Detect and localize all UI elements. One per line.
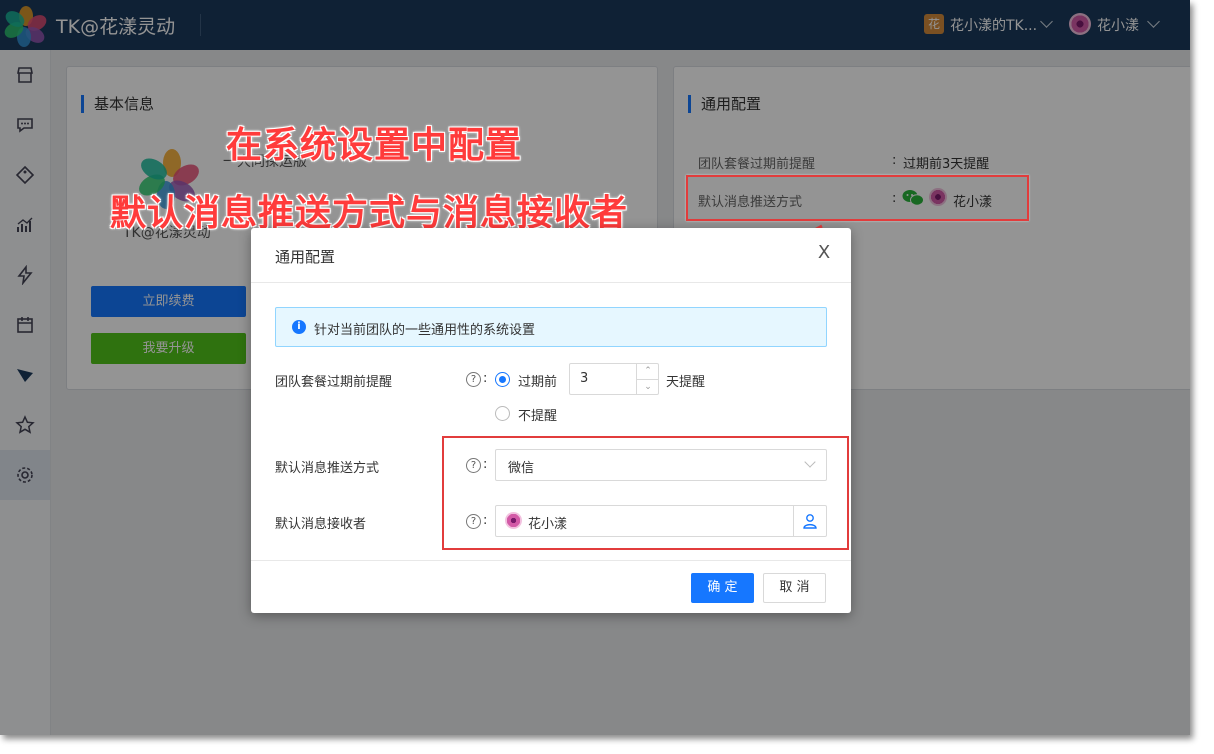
colon: : [483,371,488,386]
receiver-label: 默认消息接收者 [275,517,367,532]
days-value: 3 [580,371,589,386]
general-config-modal: 通用配置 X i 针对当前团队的一些通用性的系统设置 团队套餐过期前提醒 ? :… [251,228,851,613]
push-method-label: 默认消息推送方式 [275,461,380,476]
cancel-button[interactable]: 取 消 [763,573,826,603]
app-window: TK@花漾灵动 花 花小漾的TK... 花小漾 基本信息 一大同探运版 TK@花… [0,0,1190,735]
highlight-box [442,436,849,550]
number-handler: ⌃ ⌄ [636,364,659,394]
days-suffix: 天提醒 [666,375,706,390]
close-icon[interactable]: X [813,242,835,264]
modal-footer: 确 定 取 消 [251,560,851,614]
expiry-label: 团队套餐过期前提醒 [275,375,393,390]
radio-before-expiry-label[interactable]: 过期前 [518,371,557,390]
radio-before-expiry[interactable] [495,372,510,387]
info-icon: i [292,320,306,334]
confirm-button[interactable]: 确 定 [691,573,754,603]
help-icon[interactable]: ? [466,372,481,387]
info-alert: i 针对当前团队的一些通用性的系统设置 [275,307,827,347]
increment-icon[interactable]: ⌃ [637,364,659,379]
decrement-icon[interactable]: ⌄ [637,379,659,395]
days-input[interactable]: 3 ⌃ ⌄ [569,363,659,395]
radio-no-reminder[interactable] [495,406,510,421]
modal-header: 通用配置 X [251,228,851,283]
radio-no-reminder-label[interactable]: 不提醒 [518,405,557,424]
info-text: 针对当前团队的一些通用性的系统设置 [314,323,536,338]
highlight-box [686,175,1029,221]
annotation-line-1: 在系统设置中配置 [226,125,523,166]
modal-title: 通用配置 [275,248,336,266]
